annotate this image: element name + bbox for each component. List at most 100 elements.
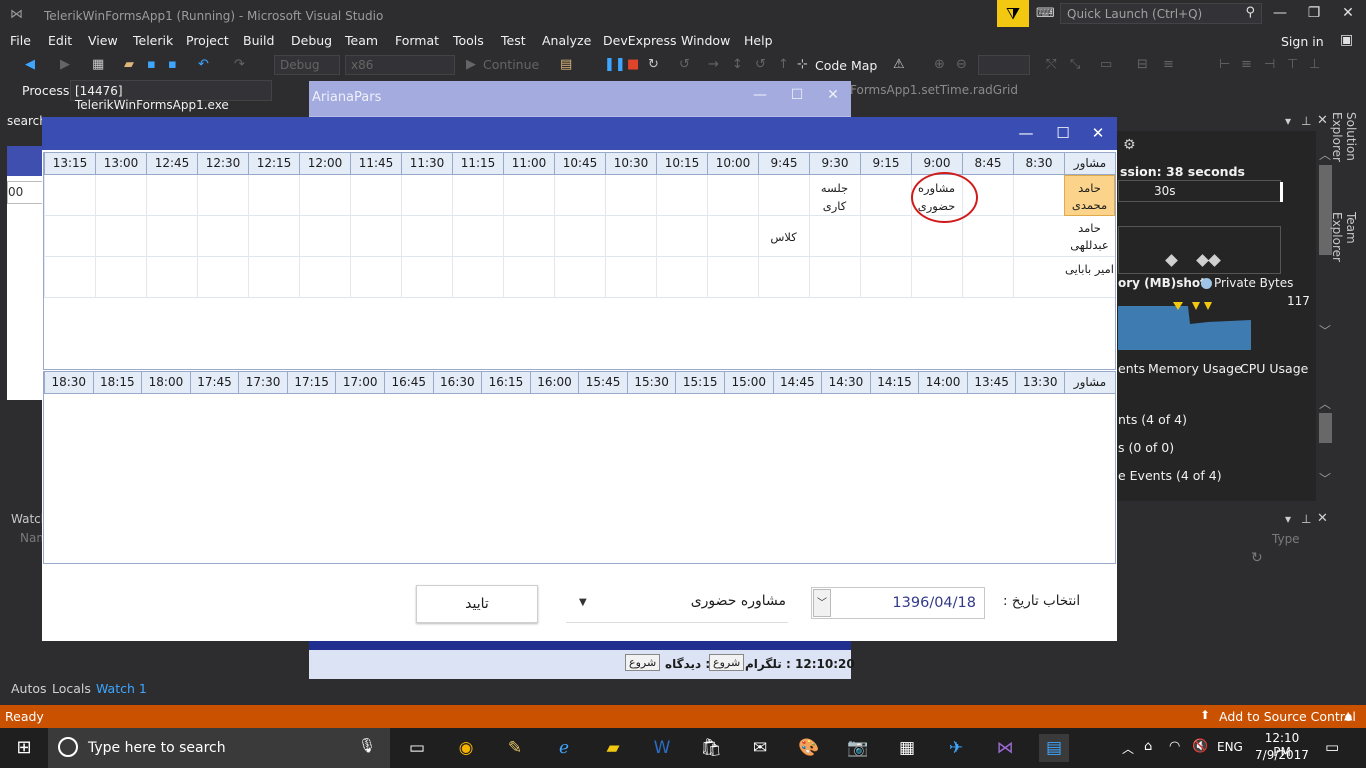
time-column-header[interactable]: 9:00 [911, 153, 962, 174]
schedule-cell[interactable] [758, 175, 809, 216]
schedule-cell[interactable] [707, 216, 758, 257]
save-icon[interactable]: ▪ [147, 57, 156, 72]
input-language[interactable]: ENG [1217, 740, 1243, 754]
solution-explorer-tab[interactable]: Solution Explorer [1330, 112, 1358, 212]
add-to-source-control-button[interactable]: Add to Source Control [1219, 709, 1356, 724]
schedule-cell[interactable] [1013, 175, 1064, 216]
time-column-header[interactable]: 14:30 [821, 372, 870, 393]
quick-launch-input[interactable]: Quick Launch (Ctrl+Q) [1067, 7, 1202, 21]
pin-icon[interactable]: ⊥ [1301, 114, 1311, 128]
zoom-out-icon[interactable]: ⊖ [956, 57, 967, 72]
caret-up-icon[interactable]: ▲ [1344, 709, 1352, 722]
time-column-header[interactable]: 14:45 [772, 372, 822, 393]
schedule-cell[interactable] [656, 216, 707, 257]
schedule-cell[interactable] [95, 216, 146, 257]
consultant-column-header[interactable]: مشاور [1064, 372, 1115, 393]
sign-in-link[interactable]: Sign in [1281, 34, 1324, 49]
stop-icon[interactable]: ■ [627, 57, 639, 72]
events-summary[interactable]: nts (4 of 4) [1118, 412, 1187, 427]
schedule-cell[interactable] [554, 175, 605, 216]
schedule-cell[interactable] [758, 257, 809, 298]
time-column-header[interactable]: 18:00 [141, 372, 190, 393]
time-column-header[interactable]: 8:45 [962, 153, 1013, 174]
schedule-cell[interactable] [962, 257, 1013, 298]
schedule-cell[interactable] [809, 216, 860, 257]
time-column-header[interactable]: 13:00 [95, 153, 146, 174]
time-column-header[interactable]: 16:30 [432, 372, 482, 393]
time-column-header[interactable]: 11:00 [503, 153, 554, 174]
schedule-cell[interactable] [299, 257, 350, 298]
confirm-button[interactable]: تایید [416, 585, 538, 623]
menu-format[interactable]: Format [395, 33, 439, 48]
align-2-icon[interactable]: ⊟ [1137, 57, 1148, 72]
account-icon[interactable]: ▣ [1340, 32, 1353, 48]
date-value[interactable]: 1396/04/18 [892, 595, 976, 611]
code-map-icon[interactable]: ⊹ [797, 57, 808, 72]
taskbar-search[interactable]: Type here to search 🎙 [48, 728, 390, 768]
time-column-header[interactable]: 15:45 [578, 372, 627, 393]
tab-events[interactable]: ents [1118, 361, 1145, 376]
chrome-icon[interactable]: ◉ [451, 734, 481, 762]
step-out-icon[interactable]: ↺ [755, 57, 766, 72]
time-column-header[interactable]: 17:30 [238, 372, 287, 393]
tab-watch-1[interactable]: Watch 1 [96, 681, 147, 696]
back-icon[interactable]: ◀ [25, 57, 35, 72]
refresh-icon[interactable]: ↻ [1251, 550, 1263, 566]
time-column-header[interactable]: 9:45 [758, 153, 809, 174]
restore-button[interactable]: ❐ [1302, 5, 1326, 21]
layout-icon[interactable]: ⤲ [1046, 57, 1056, 72]
schedule-cell[interactable] [248, 257, 299, 298]
taskbar-search-input[interactable]: Type here to search [88, 740, 226, 756]
scroll-up-icon[interactable]: ︿ [1319, 395, 1331, 412]
schedule-cell[interactable] [503, 175, 554, 216]
menu-devexpress[interactable]: DevExpress [603, 33, 677, 48]
schedule-cell[interactable] [44, 257, 95, 298]
schedule-cell[interactable] [350, 175, 401, 216]
scroll-down-icon[interactable]: ﹀ [1319, 470, 1331, 487]
menu-analyze[interactable]: Analyze [542, 33, 591, 48]
schedule-cell[interactable] [860, 216, 911, 257]
time-column-header[interactable]: 13:15 [44, 153, 95, 174]
schedule-cell[interactable] [299, 175, 350, 216]
tools-app-icon[interactable]: ✎ [500, 734, 530, 762]
appointment-type-value[interactable]: مشاوره حضوری [691, 593, 786, 609]
scroll-down-icon[interactable]: ﹀ [1319, 322, 1331, 339]
panel-close-icon[interactable]: ✕ [1317, 511, 1328, 526]
windows-start-icon[interactable]: ⊞ [0, 728, 48, 768]
time-column-header[interactable]: 13:45 [966, 372, 1016, 393]
minimize-button[interactable]: — [750, 87, 770, 103]
schedule-cell[interactable] [95, 175, 146, 216]
schedule-cell[interactable] [656, 257, 707, 298]
menu-edit[interactable]: Edit [48, 33, 72, 48]
time-column-header[interactable]: 13:30 [1015, 372, 1064, 393]
open-icon[interactable]: ▰ [124, 57, 134, 72]
schedule-cell[interactable] [605, 175, 656, 216]
mail-icon[interactable]: ✉ [745, 734, 775, 762]
new-project-icon[interactable]: ▦ [92, 57, 104, 72]
align-right-icon[interactable]: ⊣ [1264, 57, 1275, 72]
time-column-header[interactable]: 17:45 [189, 372, 239, 393]
timeline-cursor[interactable] [1280, 182, 1283, 202]
platform-combo[interactable]: x86 [345, 55, 455, 75]
time-column-header[interactable]: 16:45 [384, 372, 433, 393]
timeline-ruler[interactable] [1118, 180, 1281, 202]
menu-file[interactable]: File [10, 33, 31, 48]
time-column-header[interactable]: 15:15 [675, 372, 724, 393]
store-icon[interactable]: 🛍 [696, 734, 726, 762]
process-combo[interactable]: [14476] TelerikWinFormsApp1.exe [70, 80, 272, 112]
menu-debug[interactable]: Debug [291, 33, 332, 48]
time-column-header[interactable]: 15:30 [626, 372, 676, 393]
time-column-header[interactable]: 12:15 [248, 153, 299, 174]
wifi-icon[interactable]: ◠ [1169, 739, 1180, 754]
time-column-header[interactable]: 12:00 [299, 153, 350, 174]
undo-icon[interactable]: ↶ [198, 57, 209, 72]
close-button[interactable]: ✕ [823, 87, 843, 103]
paint-icon[interactable]: 🎨 [794, 734, 824, 762]
schedule-cell[interactable] [401, 257, 452, 298]
time-column-header[interactable]: 9:30 [809, 153, 860, 174]
clock-date[interactable]: 7/9/2017 [1253, 748, 1311, 762]
schedule-cell[interactable] [44, 175, 95, 216]
schedule-cell[interactable] [656, 175, 707, 216]
file-explorer-icon[interactable]: ▰ [598, 734, 628, 762]
calculator-icon[interactable]: ▦ [892, 734, 922, 762]
